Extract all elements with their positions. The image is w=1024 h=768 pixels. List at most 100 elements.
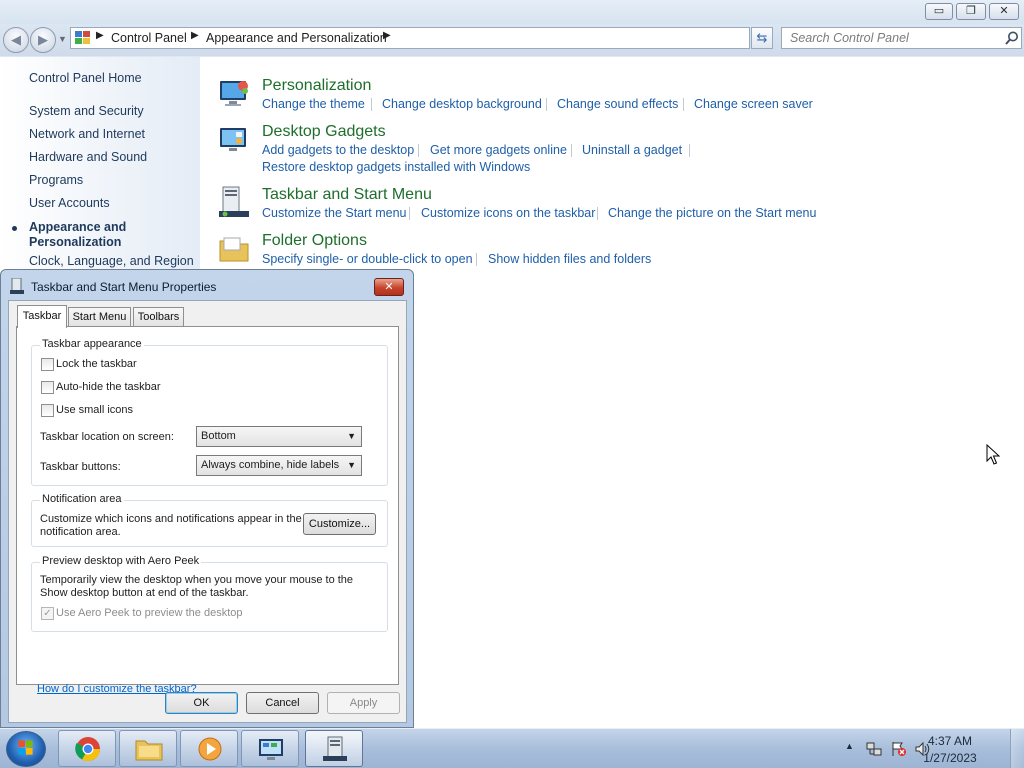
maximize-button[interactable]: ❐ bbox=[956, 3, 986, 20]
refresh-button[interactable]: ⇆ bbox=[751, 27, 773, 49]
search-box[interactable] bbox=[781, 27, 1022, 49]
close-icon: ✕ bbox=[384, 281, 394, 293]
breadcrumb-appearance[interactable]: Appearance and Personalization bbox=[206, 31, 387, 45]
taskbar-location-value: Bottom bbox=[201, 430, 236, 442]
customize-start-menu-link[interactable]: Customize the Start menu bbox=[262, 206, 407, 220]
sidebar-item-clock-language[interactable]: Clock, Language, and Region bbox=[29, 254, 194, 268]
breadcrumb-separator[interactable]: ▶ bbox=[96, 30, 104, 41]
change-theme-link[interactable]: Change the theme bbox=[262, 97, 365, 111]
taskbar-buttons-dropdown[interactable]: Always combine, hide labels ▼ bbox=[196, 455, 362, 476]
personalization-title[interactable]: Personalization bbox=[262, 77, 371, 95]
desktop-gadgets-icon[interactable] bbox=[217, 123, 251, 157]
dialog-titlebar[interactable]: Taskbar and Start Menu Properties ✕ bbox=[1, 270, 413, 300]
taskbar-location-label: Taskbar location on screen: bbox=[40, 431, 174, 443]
mouse-cursor-icon bbox=[986, 444, 1000, 465]
forward-arrow-icon: ▶ bbox=[38, 32, 48, 47]
ok-button[interactable]: OK bbox=[165, 692, 238, 714]
breadcrumb-separator[interactable]: ▶ bbox=[383, 30, 391, 41]
explorer-icon bbox=[135, 740, 163, 761]
folder-options-icon[interactable] bbox=[217, 232, 251, 266]
add-gadgets-link[interactable]: Add gadgets to the desktop bbox=[262, 143, 414, 157]
small-icons-checkbox[interactable] bbox=[41, 404, 54, 417]
aero-peek-heading: Preview desktop with Aero Peek bbox=[40, 555, 202, 567]
clock-time[interactable]: 4:37 AM bbox=[910, 734, 990, 748]
taskbar-item-media-player[interactable] bbox=[180, 730, 238, 767]
aero-peek-checkbox: ✓ bbox=[41, 607, 54, 620]
taskbar-start-menu-icon[interactable] bbox=[217, 185, 251, 219]
back-button[interactable]: ◀ bbox=[3, 27, 29, 53]
taskbar-location-dropdown[interactable]: Bottom ▼ bbox=[196, 426, 362, 447]
refresh-icon: ⇆ bbox=[756, 30, 768, 45]
change-start-picture-link[interactable]: Change the picture on the Start menu bbox=[608, 206, 816, 220]
small-icons-label[interactable]: Use small icons bbox=[56, 404, 133, 416]
customize-button[interactable]: Customize... bbox=[303, 513, 376, 535]
clock-date[interactable]: 1/27/2023 bbox=[910, 751, 990, 765]
notification-area-description: Customize which icons and notifications … bbox=[40, 513, 302, 538]
dialog-close-button[interactable]: ✕ bbox=[374, 278, 404, 296]
control-panel-icon bbox=[259, 739, 283, 760]
close-button[interactable]: ✕ bbox=[989, 3, 1019, 20]
link-divider bbox=[683, 98, 684, 111]
start-button[interactable] bbox=[6, 731, 46, 767]
taskbar-buttons-value: Always combine, hide labels bbox=[201, 459, 340, 471]
single-double-click-link[interactable]: Specify single- or double-click to open bbox=[262, 252, 473, 266]
link-divider bbox=[371, 98, 372, 111]
show-hidden-files-link[interactable]: Show hidden files and folders bbox=[488, 252, 651, 266]
change-screen-saver-link[interactable]: Change screen saver bbox=[694, 97, 813, 111]
address-bar[interactable]: ▶ Control Panel ▶ Appearance and Persona… bbox=[70, 27, 813, 49]
desktop-gadgets-title[interactable]: Desktop Gadgets bbox=[262, 123, 386, 141]
sidebar-item-programs[interactable]: Programs bbox=[29, 173, 83, 187]
taskbar-properties-icon bbox=[323, 736, 347, 761]
network-icon[interactable] bbox=[866, 741, 882, 757]
auto-hide-label[interactable]: Auto-hide the taskbar bbox=[56, 381, 161, 393]
taskbar-item-chrome[interactable] bbox=[58, 730, 116, 767]
taskbar-item-explorer[interactable] bbox=[119, 730, 177, 767]
link-divider bbox=[418, 144, 419, 157]
cancel-button[interactable]: Cancel bbox=[246, 692, 319, 714]
taskbar-properties-dialog: Taskbar and Start Menu Properties ✕ Task… bbox=[0, 269, 414, 728]
sidebar-item-hardware-sound[interactable]: Hardware and Sound bbox=[29, 150, 147, 164]
breadcrumb-control-panel[interactable]: Control Panel bbox=[111, 31, 187, 45]
control-panel-home-link[interactable]: Control Panel Home bbox=[29, 71, 142, 85]
uninstall-gadget-link[interactable]: Uninstall a gadget bbox=[582, 143, 682, 157]
auto-hide-checkbox[interactable] bbox=[41, 381, 54, 394]
taskbar-item-control-panel[interactable] bbox=[241, 730, 299, 767]
taskbar-item-taskbar-properties[interactable] bbox=[305, 730, 363, 767]
folder-options-title[interactable]: Folder Options bbox=[262, 232, 367, 250]
sidebar-item-system-security[interactable]: System and Security bbox=[29, 104, 144, 118]
taskbar-buttons-label: Taskbar buttons: bbox=[40, 461, 121, 473]
change-desktop-background-link[interactable]: Change desktop background bbox=[382, 97, 542, 111]
taskbar-start-menu-title[interactable]: Taskbar and Start Menu bbox=[262, 186, 432, 204]
show-desktop-button[interactable] bbox=[1010, 729, 1024, 768]
sidebar-item-network-internet[interactable]: Network and Internet bbox=[29, 127, 145, 141]
aero-peek-label: Use Aero Peek to preview the desktop bbox=[56, 607, 243, 619]
personalization-icon[interactable] bbox=[217, 77, 251, 111]
show-hidden-icons-icon[interactable]: ▲ bbox=[845, 741, 861, 757]
tab-toolbars[interactable]: Toolbars bbox=[133, 307, 184, 327]
aero-peek-description: Temporarily view the desktop when you mo… bbox=[40, 574, 354, 599]
minimize-button[interactable]: ▭ bbox=[925, 3, 953, 20]
recent-pages-button[interactable]: ▼ bbox=[58, 34, 67, 44]
search-icon[interactable] bbox=[1004, 30, 1020, 46]
lock-taskbar-checkbox[interactable] bbox=[41, 358, 54, 371]
link-divider bbox=[546, 98, 547, 111]
tab-taskbar[interactable]: Taskbar bbox=[17, 305, 67, 328]
restore-gadgets-link[interactable]: Restore desktop gadgets installed with W… bbox=[262, 160, 530, 174]
link-divider bbox=[689, 144, 690, 157]
taskbar-appearance-group: Taskbar appearance Lock the taskbar Auto… bbox=[31, 338, 388, 486]
tab-start-menu[interactable]: Start Menu bbox=[68, 307, 131, 327]
action-center-icon[interactable] bbox=[891, 741, 907, 757]
chrome-icon bbox=[75, 737, 100, 762]
link-divider bbox=[476, 253, 477, 266]
change-sound-effects-link[interactable]: Change sound effects bbox=[557, 97, 678, 111]
breadcrumb-separator[interactable]: ▶ bbox=[191, 30, 199, 41]
back-arrow-icon: ◀ bbox=[11, 32, 21, 47]
search-input[interactable] bbox=[782, 28, 997, 48]
get-more-gadgets-link[interactable]: Get more gadgets online bbox=[430, 143, 567, 157]
chevron-down-icon: ▼ bbox=[347, 431, 356, 441]
taskbar-appearance-heading: Taskbar appearance bbox=[40, 338, 144, 350]
forward-button[interactable]: ▶ bbox=[30, 27, 56, 53]
lock-taskbar-label[interactable]: Lock the taskbar bbox=[56, 358, 137, 370]
sidebar-item-user-accounts[interactable]: User Accounts bbox=[29, 196, 110, 210]
customize-taskbar-icons-link[interactable]: Customize icons on the taskbar bbox=[421, 206, 595, 220]
